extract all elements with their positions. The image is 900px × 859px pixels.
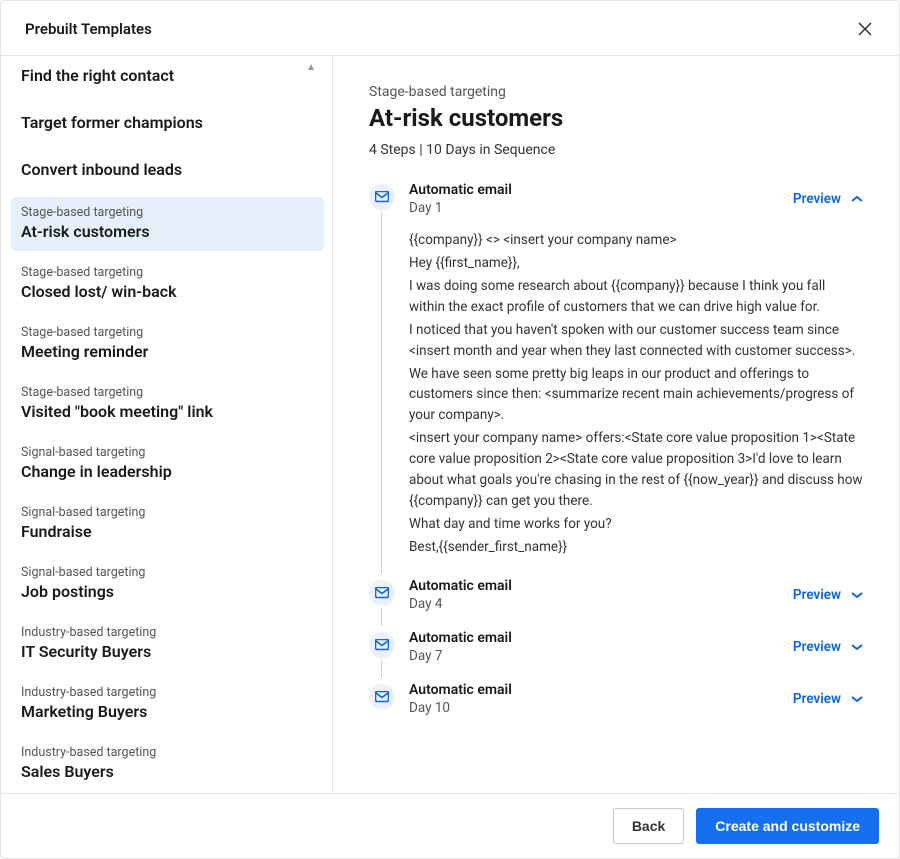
template-item-name: At-risk customers (21, 222, 314, 241)
step-connector (381, 212, 382, 574)
step-day: Day 10 (409, 700, 512, 716)
template-item-name: Meeting reminder (21, 342, 314, 361)
step-day: Day 4 (409, 596, 512, 612)
detail-category: Stage-based targeting (369, 84, 863, 100)
template-item[interactable]: Find the right contact (11, 56, 324, 97)
template-item-category: Stage-based targeting (21, 205, 314, 220)
sequence-step: Automatic email Day 7 Preview (369, 630, 863, 682)
template-item[interactable]: Signal-based targeting Change in leadersh… (11, 437, 324, 491)
modal-header: Prebuilt Templates (1, 1, 899, 56)
step-header: Automatic email Day 10 Preview (409, 682, 863, 716)
create-and-customize-button[interactable]: Create and customize (696, 808, 879, 844)
preview-label: Preview (793, 587, 841, 603)
preview-label: Preview (793, 191, 841, 207)
mail-icon (369, 580, 395, 606)
template-item[interactable]: Target former champions (11, 103, 324, 144)
step-body-line: {{company}} <> <insert your company name… (409, 230, 863, 251)
template-item-name: Target former champions (21, 113, 314, 132)
sequence-step: Automatic email Day 4 Preview (369, 578, 863, 630)
mail-icon (369, 684, 395, 710)
template-item-category: Signal-based targeting (21, 565, 314, 580)
detail-title: At-risk customers (369, 104, 863, 132)
step-body-line: We have seen some pretty big leaps in ou… (409, 364, 863, 427)
template-item-category: Industry-based targeting (21, 745, 314, 760)
template-item-category: Stage-based targeting (21, 265, 314, 280)
step-body-line: I was doing some research about {{compan… (409, 276, 863, 318)
template-item[interactable]: Stage-based targeting Closed lost/ win-ba… (11, 257, 324, 311)
step-body-line: I noticed that you haven't spoken with o… (409, 320, 863, 362)
modal-body: ▲ Find the right contact Target former ch… (1, 56, 899, 793)
template-item[interactable]: Signal-based targeting Fundraise (11, 497, 324, 551)
step-header: Automatic email Day 4 Preview (409, 578, 863, 612)
step-title: Automatic email (409, 182, 512, 198)
template-detail: Stage-based targeting At-risk customers … (333, 56, 899, 793)
sequence-step: Automatic email Day 1 Preview {{company}} <… (369, 182, 863, 578)
step-title: Automatic email (409, 630, 512, 646)
template-item[interactable]: Stage-based targeting Meeting reminder (11, 317, 324, 371)
step-header: Automatic email Day 1 Preview (409, 182, 863, 216)
template-item[interactable]: Stage-based targeting Visited "book meeti… (11, 377, 324, 431)
sequence-steps: Automatic email Day 1 Preview {{company}} <… (369, 182, 863, 734)
preview-toggle[interactable]: Preview (793, 691, 863, 707)
detail-meta: 4 Steps | 10 Days in Sequence (369, 142, 863, 158)
template-item-category: Industry-based targeting (21, 685, 314, 700)
template-item[interactable]: Industry-based targeting IT Security Buye… (11, 617, 324, 671)
template-item-name: Change in leadership (21, 462, 314, 481)
mail-icon (369, 632, 395, 658)
preview-label: Preview (793, 691, 841, 707)
chevron-down-icon (851, 639, 863, 655)
step-connector (381, 660, 382, 678)
step-title: Automatic email (409, 682, 512, 698)
step-header: Automatic email Day 7 Preview (409, 630, 863, 664)
close-button[interactable] (851, 15, 879, 43)
template-item-name: Marketing Buyers (21, 702, 314, 721)
template-item-name: Closed lost/ win-back (21, 282, 314, 301)
template-item-category: Signal-based targeting (21, 445, 314, 460)
preview-label: Preview (793, 639, 841, 655)
step-body-line: Hey {{first_name}}, (409, 253, 863, 274)
template-item[interactable]: Industry-based targeting Marketing Buyers (11, 677, 324, 731)
modal-title: Prebuilt Templates (25, 20, 152, 38)
step-connector (381, 608, 382, 626)
step-body-line: <insert your company name> offers:<State… (409, 428, 863, 512)
step-day: Day 7 (409, 648, 512, 664)
template-item-name: Find the right contact (21, 66, 314, 85)
template-item[interactable]: Industry-based targeting Sales Buyers (11, 737, 324, 791)
template-item-name: Sales Buyers (21, 762, 314, 781)
preview-toggle[interactable]: Preview (793, 587, 863, 603)
template-item-category: Stage-based targeting (21, 325, 314, 340)
chevron-up-icon (851, 191, 863, 207)
template-sidebar[interactable]: ▲ Find the right contact Target former ch… (1, 56, 333, 793)
preview-toggle[interactable]: Preview (793, 639, 863, 655)
template-item-category: Industry-based targeting (21, 625, 314, 640)
template-item-name: Convert inbound leads (21, 160, 314, 179)
mail-icon (369, 184, 395, 210)
step-day: Day 1 (409, 200, 512, 216)
template-item-name: Visited "book meeting" link (21, 402, 314, 421)
template-item[interactable]: Convert inbound leads (11, 150, 324, 191)
template-item-name: Job postings (21, 582, 314, 601)
template-item-name: IT Security Buyers (21, 642, 314, 661)
template-item-category: Stage-based targeting (21, 385, 314, 400)
modal-footer: Back Create and customize (1, 793, 899, 858)
step-body-line: Best,{{sender_first_name}} (409, 537, 863, 558)
template-item[interactable]: Stage-based targeting At-risk customers (11, 197, 324, 251)
back-button[interactable]: Back (613, 808, 684, 844)
template-item-name: Fundraise (21, 522, 314, 541)
step-body-line: What day and time works for you? (409, 514, 863, 535)
sequence-step: Automatic email Day 10 Preview (369, 682, 863, 734)
chevron-down-icon (851, 691, 863, 707)
close-icon (858, 22, 872, 36)
template-item[interactable]: Signal-based targeting Job postings (11, 557, 324, 611)
scroll-up-icon: ▲ (306, 62, 316, 73)
step-title: Automatic email (409, 578, 512, 594)
step-body: {{company}} <> <insert your company name… (409, 230, 863, 558)
template-item-category: Signal-based targeting (21, 505, 314, 520)
preview-toggle[interactable]: Preview (793, 191, 863, 207)
chevron-down-icon (851, 587, 863, 603)
